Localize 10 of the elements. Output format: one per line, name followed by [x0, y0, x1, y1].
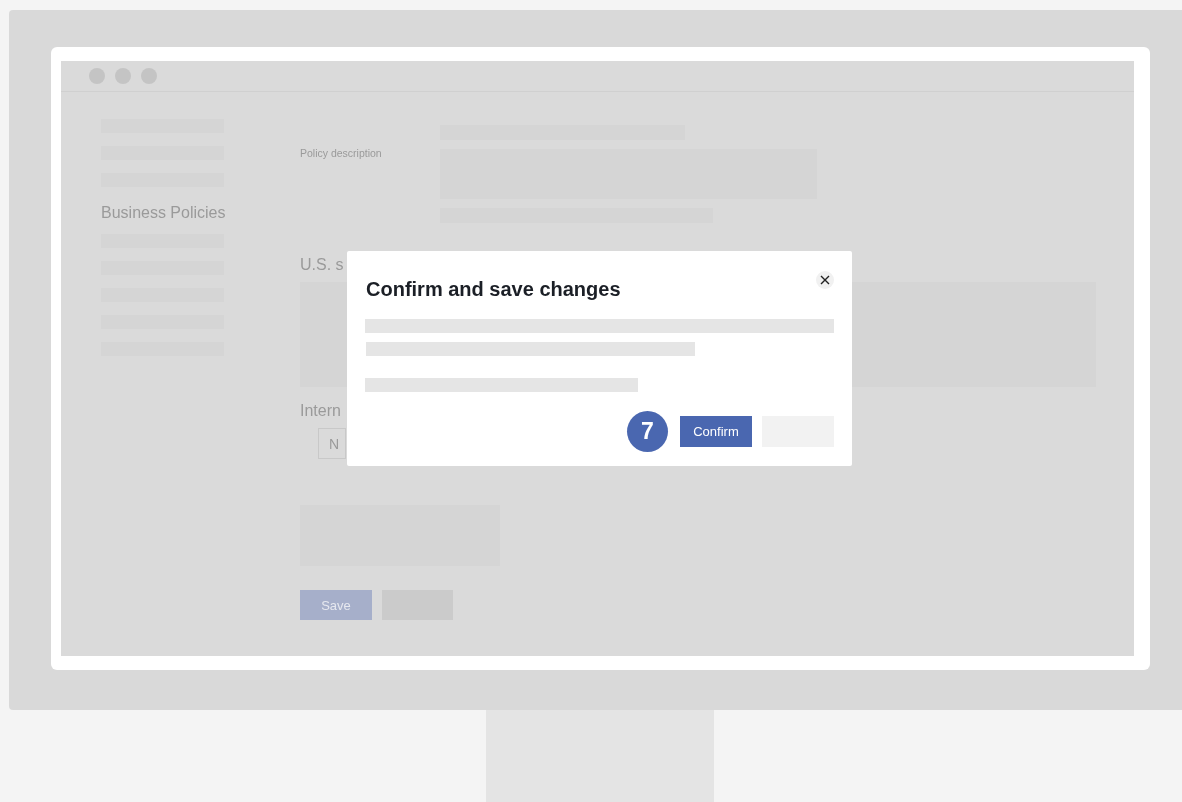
sidebar-item[interactable]: Business Policies — [101, 203, 260, 223]
close-icon — [820, 275, 830, 285]
field-label: Policy description — [300, 147, 383, 161]
select-field[interactable]: N — [318, 428, 347, 459]
step-badge: 7 — [627, 411, 668, 452]
section-heading: Intern — [300, 401, 342, 421]
section-heading: U.S. s — [300, 255, 345, 275]
dialog-title: Confirm and save changes — [366, 277, 621, 302]
close-button[interactable] — [816, 271, 834, 289]
confirm-button[interactable]: Confirm — [680, 416, 752, 447]
